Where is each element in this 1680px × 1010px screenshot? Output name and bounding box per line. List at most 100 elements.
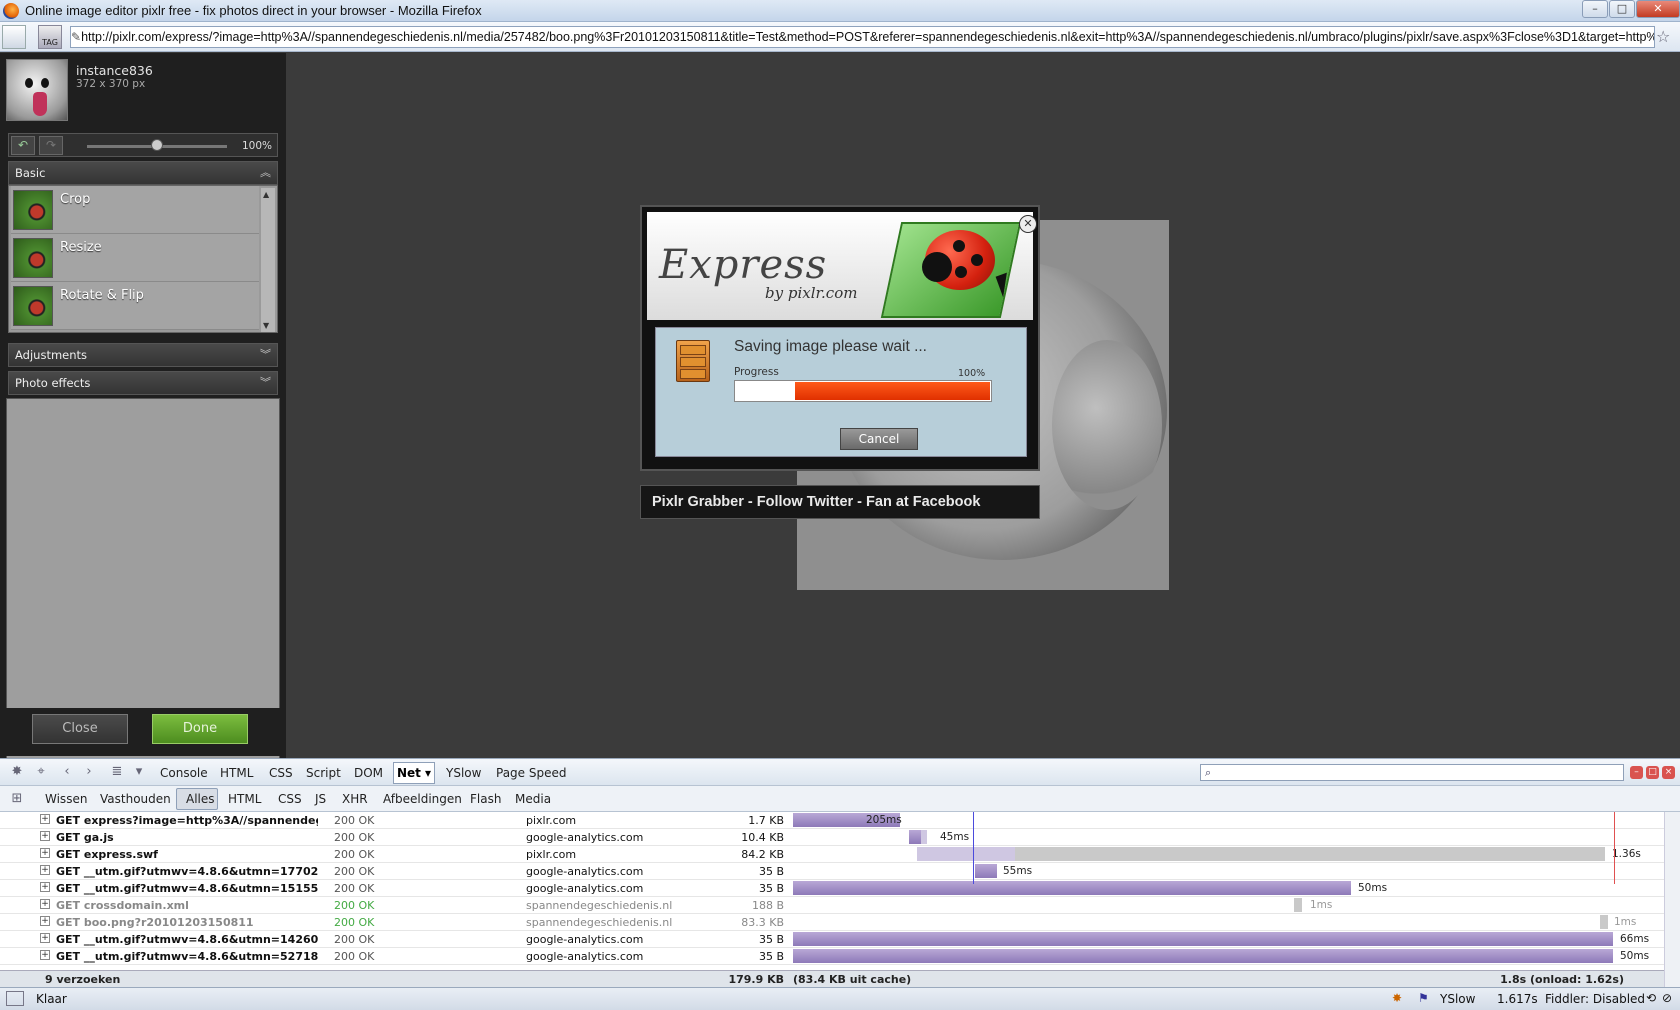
request-url[interactable]: GET express?image=http%3A//spannendege (56, 814, 318, 827)
window-title: Online image editor pixlr free - fix pho… (25, 3, 482, 18)
expand-row-icon[interactable]: + (40, 848, 50, 858)
table-row[interactable]: + GET __utm.gif?utmwv=4.8.6&utmn=15155090… (0, 880, 1664, 897)
filter-css[interactable]: CSS (278, 792, 302, 806)
firebug-search-input[interactable]: ⌕ (1200, 764, 1624, 781)
forward-icon[interactable]: › (80, 764, 98, 780)
request-url[interactable]: GET __utm.gif?utmwv=4.8.6&utmn=15155090 (56, 882, 318, 895)
tab-script[interactable]: Script (306, 766, 341, 780)
tab-html[interactable]: HTML (220, 766, 253, 780)
tab-dom[interactable]: DOM (354, 766, 383, 780)
expand-row-icon[interactable]: + (40, 882, 50, 892)
filter-html[interactable]: HTML (228, 792, 261, 806)
page-icon[interactable] (2, 25, 26, 49)
fiddler-status[interactable]: Fiddler: Disabled (1545, 992, 1645, 1006)
back-icon[interactable]: ‹ (58, 764, 76, 780)
filter-all[interactable]: Alles (186, 792, 215, 806)
tool-list-scrollbar[interactable]: ▲ ▼ (261, 188, 275, 332)
tab-css[interactable]: CSS (269, 766, 293, 780)
table-row[interactable]: + GET boo.png?r20101203150811 200 OK spanne… (0, 914, 1664, 931)
dialog-close-icon[interactable]: ✕ (1019, 215, 1037, 233)
clear-button[interactable]: Wissen (45, 792, 87, 806)
expand-icon[interactable]: ︾ (260, 344, 271, 366)
detach-panel-icon[interactable]: □ (1646, 766, 1659, 779)
table-row[interactable]: + GET __utm.gif?utmwv=4.8.6&utmn=14260540… (0, 931, 1664, 948)
instance-name: instance836 (76, 63, 153, 78)
table-row[interactable]: + GET __utm.gif?utmwv=4.8.6&utmn=17702916… (0, 863, 1664, 880)
request-url[interactable]: GET __utm.gif?utmwv=4.8.6&utmn=17702916 (56, 865, 318, 878)
request-url[interactable]: GET boo.png?r20101203150811 (56, 916, 318, 929)
expand-icon[interactable]: ︾ (260, 372, 271, 394)
section-basic[interactable]: Basic ︽ (8, 161, 278, 185)
tool-resize[interactable]: Resize (11, 234, 259, 282)
firebug-status-icon[interactable]: ✸ (1392, 991, 1402, 1005)
timeline-bar (1600, 915, 1608, 929)
grabber-links[interactable]: Pixlr Grabber - Follow Twitter - Fan at … (640, 485, 1040, 519)
cancel-button[interactable]: Cancel (840, 428, 918, 450)
expand-row-icon[interactable]: + (40, 916, 50, 926)
collapse-icon[interactable]: ︽ (260, 162, 271, 184)
status-page-icon (6, 991, 24, 1006)
scroll-down-icon[interactable]: ▼ (263, 321, 269, 330)
request-url[interactable]: GET express.swf (56, 848, 318, 861)
bookmark-star-icon[interactable]: ☆ (1656, 26, 1674, 48)
zoom-slider-knob[interactable] (151, 139, 163, 151)
dropdown-icon[interactable]: ▾ (130, 764, 148, 780)
table-row[interactable]: + GET crossdomain.xml 200 OK spannendegesch… (0, 897, 1664, 914)
url-bar[interactable]: ✎ http://pixlr.com/express/?image=http%3… (70, 26, 1655, 48)
refresh-icon[interactable]: ⟲ (1646, 991, 1656, 1005)
table-row[interactable]: + GET __utm.gif?utmwv=4.8.6&utmn=52718654… (0, 948, 1664, 965)
close-window-button[interactable]: ✕ (1636, 0, 1680, 18)
tool-crop[interactable]: Crop (11, 186, 259, 234)
request-url[interactable]: GET __utm.gif?utmwv=4.8.6&utmn=52718654 (56, 950, 318, 963)
done-button[interactable]: Done (152, 714, 248, 744)
expand-row-icon[interactable]: + (40, 831, 50, 841)
tab-yslow[interactable]: YSlow (446, 766, 481, 780)
filter-flash[interactable]: Flash (470, 792, 501, 806)
expand-row-icon[interactable]: + (40, 950, 50, 960)
filter-js[interactable]: JS (315, 792, 326, 806)
table-row[interactable]: + GET ga.js 200 OK google-analytics.com 10.4… (0, 829, 1664, 846)
close-panel-icon[interactable]: × (1662, 766, 1675, 779)
list-icon[interactable]: ≣ (108, 764, 126, 780)
filter-images[interactable]: Afbeeldingen (383, 792, 462, 806)
tool-rotate-flip[interactable]: Rotate & Flip (11, 282, 259, 330)
yslow-label[interactable]: YSlow (1440, 992, 1475, 1006)
url-text[interactable]: http://pixlr.com/express/?image=http%3A/… (81, 30, 1654, 44)
filter-xhr[interactable]: XHR (342, 792, 368, 806)
redo-icon[interactable]: ↷ (39, 136, 63, 155)
undo-icon[interactable]: ↶ (11, 136, 35, 155)
section-adjustments[interactable]: Adjustments ︾ (8, 343, 278, 367)
timeline-bar (1294, 898, 1302, 912)
request-url[interactable]: GET crossdomain.xml (56, 899, 318, 912)
table-row[interactable]: + GET express.swf 200 OK pixlr.com 84.2 KB 1.… (0, 846, 1664, 863)
expand-row-icon[interactable]: + (40, 865, 50, 875)
filter-media[interactable]: Media (515, 792, 551, 806)
tab-net[interactable]: Net ▾ (393, 762, 435, 784)
close-button[interactable]: Close (32, 714, 128, 744)
stop-icon[interactable]: ⊘ (1662, 991, 1672, 1005)
table-row[interactable]: + GET express?image=http%3A//spannendege 2… (0, 812, 1664, 829)
expand-row-icon[interactable]: + (40, 933, 50, 943)
expand-row-icon[interactable]: + (40, 814, 50, 824)
inspect-icon[interactable]: ⌖ (32, 764, 50, 780)
tab-console[interactable]: Console (160, 766, 208, 780)
scroll-up-icon[interactable]: ▲ (263, 190, 269, 199)
firefox-icon (3, 2, 19, 19)
net-scrollbar[interactable] (1664, 812, 1680, 994)
request-domain: google-analytics.com (526, 882, 644, 895)
minimize-button[interactable]: – (1582, 0, 1608, 18)
request-url[interactable]: GET ga.js (56, 831, 318, 844)
persist-button[interactable]: Vasthouden (100, 792, 171, 806)
request-domain: spannendegeschiedenis.nl (526, 916, 673, 929)
tag-button[interactable]: TAG (38, 25, 62, 49)
section-photo-effects[interactable]: Photo effects ︾ (8, 371, 278, 395)
expand-row-icon[interactable]: + (40, 899, 50, 909)
firebug-icon[interactable]: ✸ (8, 764, 26, 780)
request-url[interactable]: GET __utm.gif?utmwv=4.8.6&utmn=14260540 (56, 933, 318, 946)
minimize-panel-icon[interactable]: – (1630, 766, 1643, 779)
yslow-icon[interactable]: ⚑ (1418, 991, 1429, 1005)
tab-page-speed[interactable]: Page Speed (496, 766, 566, 780)
xhr-icon[interactable]: ⊞ (8, 791, 26, 807)
timeline-bar (909, 830, 921, 844)
maximize-button[interactable]: □ (1609, 0, 1635, 18)
